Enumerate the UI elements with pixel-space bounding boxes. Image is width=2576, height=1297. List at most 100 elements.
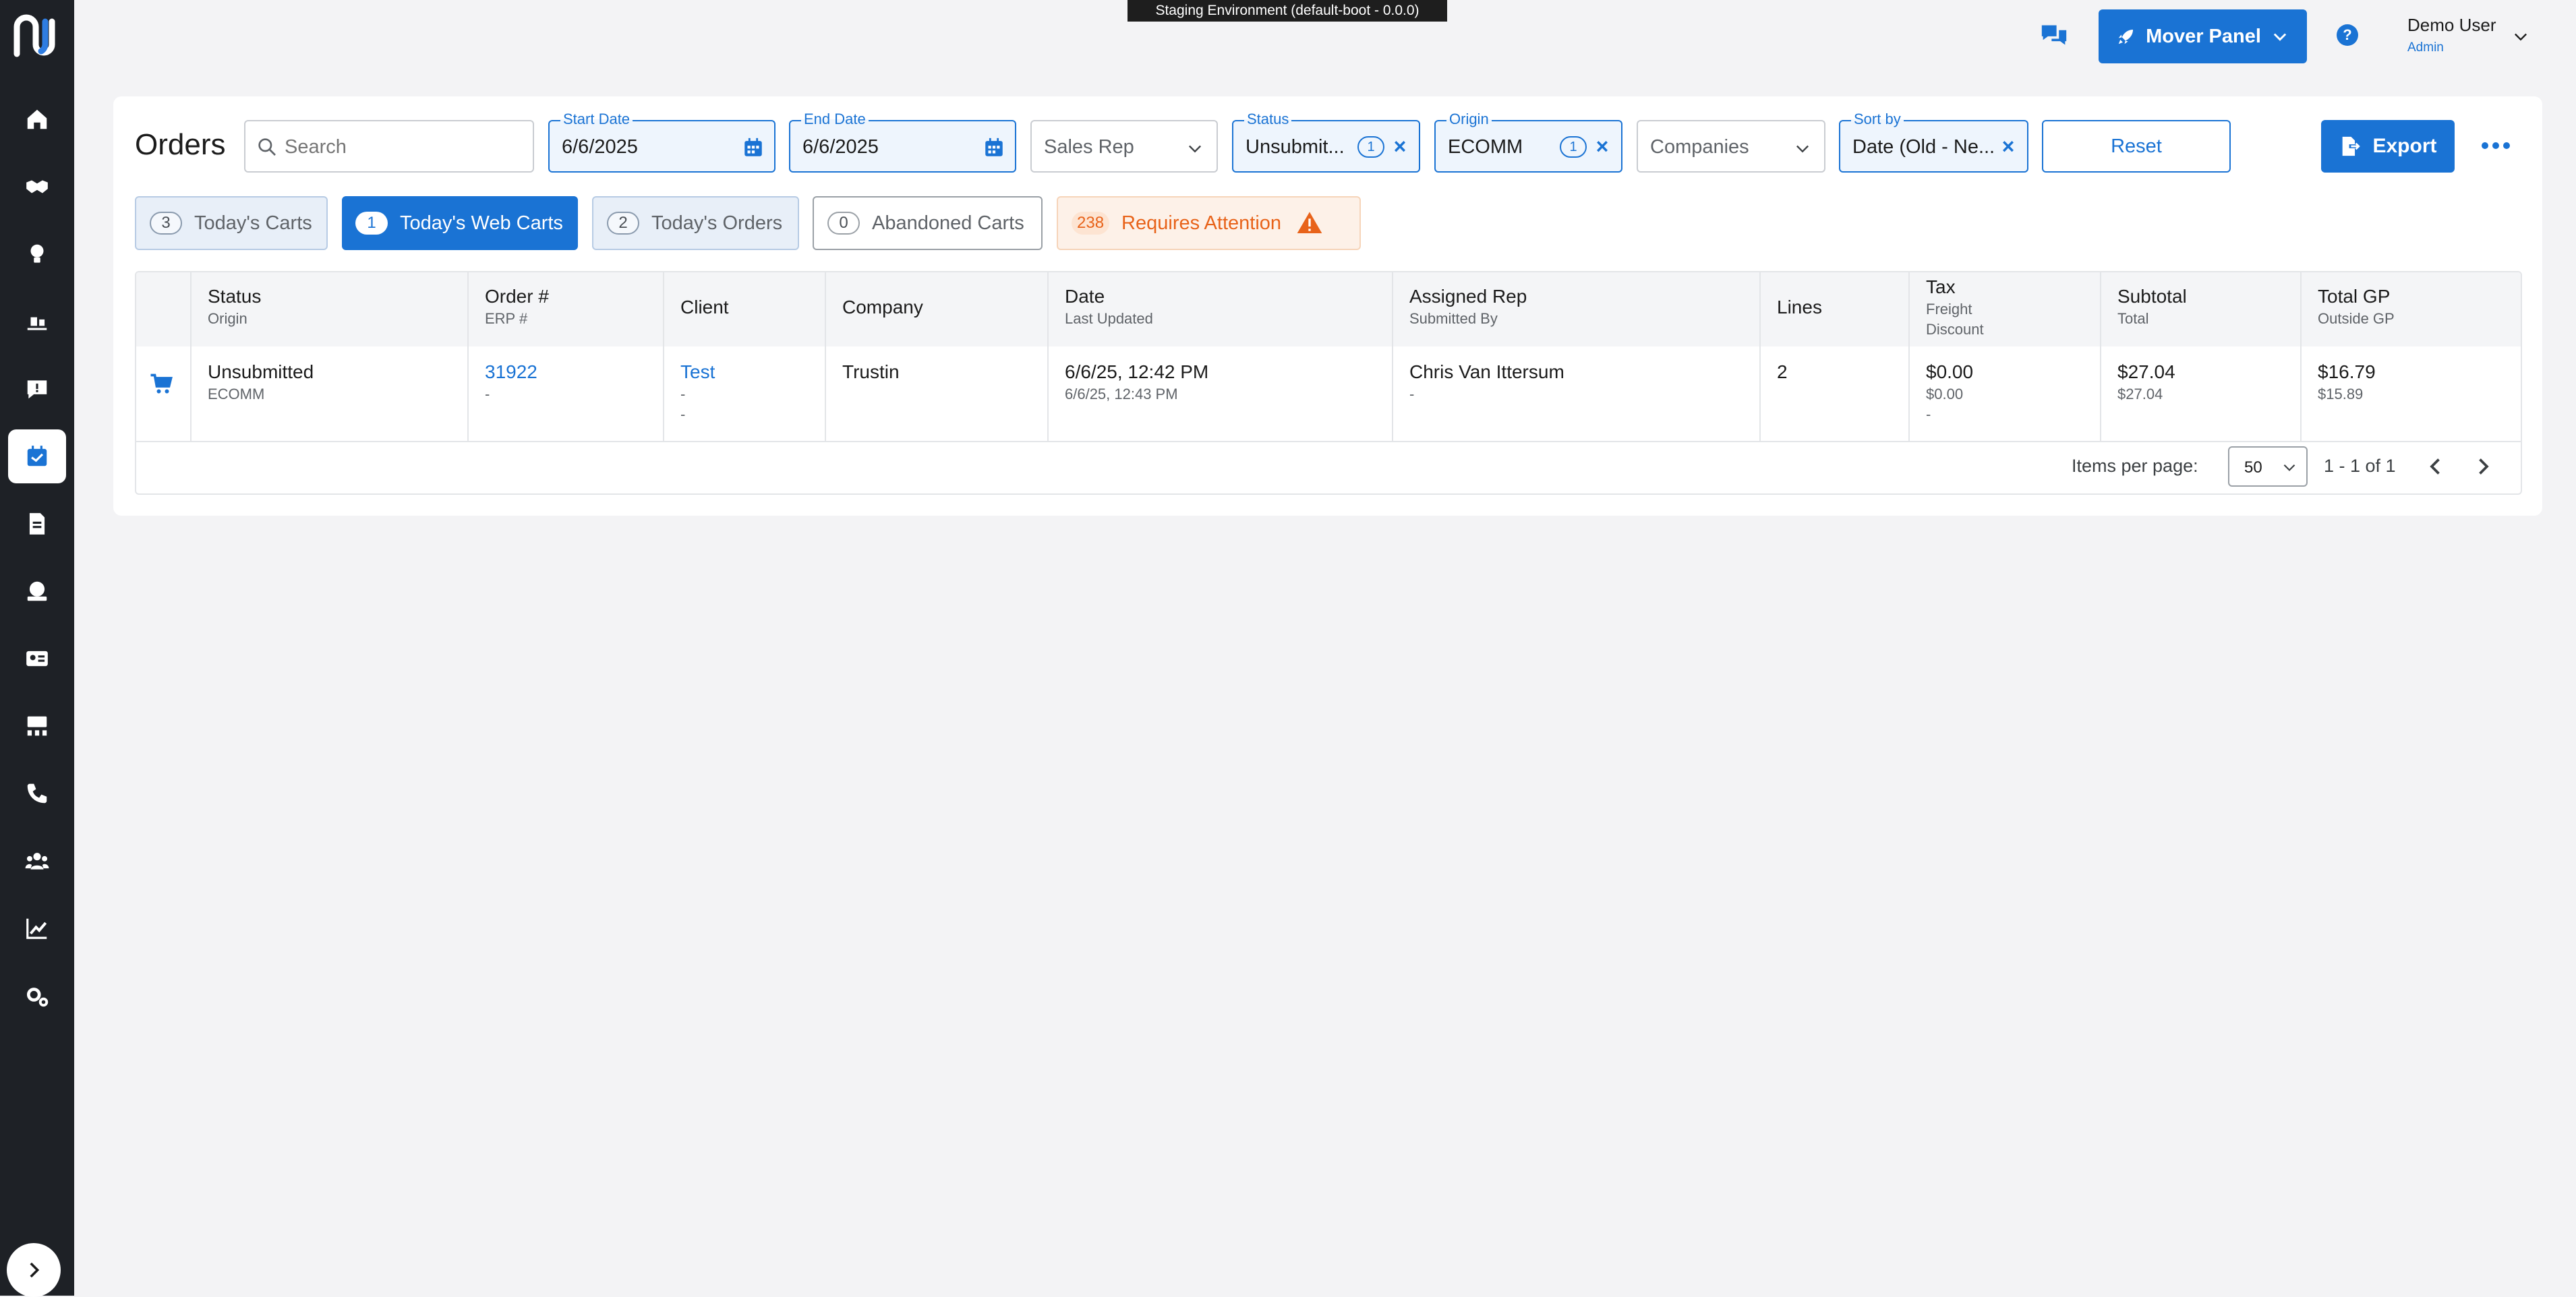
home-icon — [27, 109, 47, 129]
header-assigned-rep[interactable]: Assigned Rep Submitted By — [1409, 286, 1527, 328]
header-last-updated-label: Last Updated — [1065, 310, 1153, 327]
status-label: Status — [1244, 111, 1292, 128]
search-input[interactable] — [283, 131, 522, 163]
app-logo[interactable] — [10, 12, 64, 66]
search-field[interactable] — [244, 120, 534, 173]
export-button[interactable]: Export — [2321, 120, 2455, 173]
end-date-field[interactable]: End Date 6/6/2025 — [789, 111, 1016, 173]
cell-tax: $0.00 $0.00 - — [1926, 361, 1973, 423]
cell-status: Unsubmitted ECOMM — [208, 361, 314, 403]
header-lines[interactable]: Lines — [1777, 297, 1822, 318]
sort-by-value: Date (Old - Ne... — [1852, 136, 1995, 158]
client-sub-value: - — [680, 386, 686, 402]
total-gp-value: $16.79 — [2318, 361, 2376, 382]
header-company[interactable]: Company — [842, 297, 923, 318]
chip-todays-orders[interactable]: 2 Today's Orders — [592, 196, 799, 250]
sidebar-item-invoices[interactable] — [8, 497, 66, 551]
sidebar-item-warehouse[interactable] — [8, 295, 66, 349]
previous-page-icon[interactable] — [2424, 454, 2448, 479]
sidebar-item-contacts[interactable] — [8, 632, 66, 686]
user-menu-chevron-icon[interactable] — [2511, 27, 2530, 46]
mover-panel-button[interactable]: Mover Panel — [2099, 9, 2307, 63]
order-number-link[interactable]: 31922 — [485, 361, 537, 383]
column-divider — [1047, 272, 1049, 441]
header-total-gp[interactable]: Total GP Outside GP — [2318, 286, 2395, 328]
chevron-down-icon — [1189, 145, 1201, 153]
sidebar-item-payments[interactable] — [8, 564, 66, 618]
more-dots-icon — [2482, 142, 2488, 149]
sidebar-item-reports[interactable] — [8, 901, 66, 955]
items-per-page-select[interactable]: 50 — [2228, 446, 2308, 487]
calendar-icon[interactable] — [742, 136, 765, 159]
header-erp-label: ERP # — [485, 310, 528, 327]
sort-by-label: Sort by — [1851, 111, 1904, 128]
header-tax[interactable]: Tax Freight Discount — [1926, 276, 1984, 338]
sidebar-item-orders[interactable] — [8, 429, 66, 483]
chip-label: Abandoned Carts — [872, 212, 1024, 234]
user-name[interactable]: Demo User — [2407, 15, 2496, 36]
pagination-range: 1 - 1 of 1 — [2324, 456, 2396, 476]
header-date[interactable]: Date Last Updated — [1065, 286, 1153, 328]
header-order-number[interactable]: Order # ERP # — [485, 286, 549, 328]
phone-icon — [27, 783, 47, 804]
search-icon — [258, 138, 276, 156]
items-per-page-label: Items per page: — [2072, 456, 2198, 476]
total-value: $27.04 — [2117, 386, 2163, 402]
sidebar-item-calls[interactable] — [8, 766, 66, 820]
help-icon[interactable]: ? — [2337, 24, 2358, 46]
chip-todays-carts[interactable]: 3 Today's Carts — [135, 196, 328, 250]
chat-icon[interactable] — [2039, 22, 2069, 49]
cell-client: Test - - — [680, 361, 715, 423]
chip-requires-attention[interactable]: 238 Requires Attention — [1057, 196, 1361, 250]
header-subtotal[interactable]: Subtotal Total — [2117, 286, 2187, 328]
sidebar-item-ideas[interactable] — [8, 227, 66, 281]
column-divider — [1908, 272, 1910, 441]
more-dot — [2492, 142, 2499, 149]
outside-gp-value: $15.89 — [2318, 386, 2364, 402]
cell-order-number: 31922 - — [485, 361, 537, 403]
alert-message-icon — [27, 380, 47, 399]
warning-icon — [1297, 212, 1322, 233]
cell-subtotal: $27.04 $27.04 — [2117, 361, 2175, 403]
sidebar-item-deals[interactable] — [8, 160, 66, 214]
status-value: Unsubmit... — [1246, 136, 1345, 158]
next-page-icon[interactable] — [2471, 454, 2495, 479]
company-value: Trustin — [842, 361, 900, 382]
sales-rep-select[interactable]: Sales Rep — [1030, 120, 1218, 173]
header-freight-label: Freight — [1926, 301, 1972, 318]
sidebar-item-settings[interactable] — [8, 969, 66, 1023]
chip-label: Today's Carts — [194, 212, 312, 234]
header-order-label: Order # — [485, 286, 549, 307]
rocket-icon — [2118, 30, 2134, 44]
status-clear-icon[interactable]: × — [1390, 134, 1410, 158]
settings-icon — [26, 988, 49, 1007]
environment-banner: Staging Environment (default-boot - 0.0.… — [1128, 0, 1447, 22]
chip-count: 2 — [607, 212, 639, 235]
more-options-button[interactable] — [2479, 132, 2513, 159]
handshake-icon — [26, 180, 48, 193]
client-link[interactable]: Test — [680, 361, 715, 383]
chip-todays-web-carts[interactable]: 1 Today's Web Carts — [342, 196, 578, 250]
sidebar-item-users[interactable] — [8, 834, 66, 888]
sidebar-item-messages[interactable] — [8, 362, 66, 416]
expand-sidebar-button[interactable] — [7, 1243, 61, 1297]
more-dot — [2503, 142, 2510, 149]
sidebar-item-home[interactable] — [8, 92, 66, 146]
status-select[interactable]: Status Unsubmit... 1 × — [1232, 111, 1420, 173]
header-client[interactable]: Client — [680, 297, 729, 318]
start-date-field[interactable]: Start Date 6/6/2025 — [548, 111, 775, 173]
header-status[interactable]: Status Origin — [208, 286, 261, 328]
origin-select[interactable]: Origin ECOMM 1 × — [1434, 111, 1622, 173]
lightbulb-icon — [30, 244, 44, 263]
reset-button[interactable]: Reset — [2042, 120, 2231, 173]
companies-select[interactable]: Companies — [1637, 120, 1825, 173]
column-divider — [467, 272, 469, 441]
calendar-icon[interactable] — [983, 136, 1005, 159]
origin-clear-icon[interactable]: × — [1592, 134, 1612, 158]
invoice-icon — [29, 513, 45, 535]
sort-by-clear-icon[interactable]: × — [1998, 134, 2018, 158]
sidebar-item-organization[interactable] — [8, 699, 66, 753]
chip-abandoned-carts[interactable]: 0 Abandoned Carts — [813, 196, 1043, 250]
sort-by-select[interactable]: Sort by Date (Old - Ne... × — [1839, 111, 2028, 173]
header-client-label: Client — [680, 297, 729, 318]
